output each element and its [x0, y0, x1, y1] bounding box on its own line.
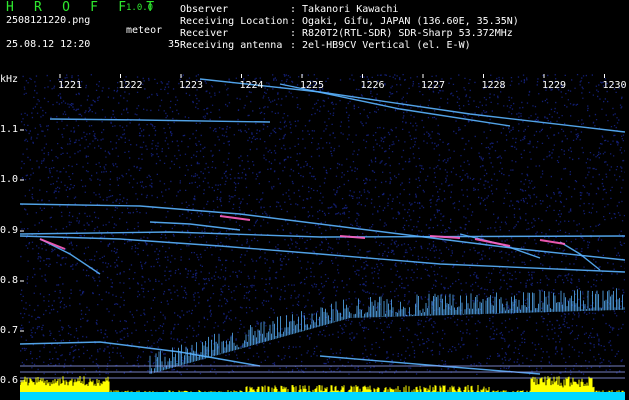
y-unit-label: kHz [0, 74, 19, 85]
receiver-key: Receiver [180, 28, 229, 39]
y-tick-label: 1.0 [0, 174, 19, 185]
x-tick-label: 1226 [360, 80, 385, 91]
observer-value: : Takanori Kawachi [290, 4, 399, 15]
app-version: 1.0.0 [126, 3, 154, 13]
meteor-label: meteor [126, 25, 163, 36]
meteor-trace [149, 221, 241, 231]
x-tick-label: 1227 [421, 80, 446, 91]
x-tick-label: 1225 [300, 80, 325, 91]
spectrogram-canvas [20, 74, 625, 400]
meteor-trace [49, 118, 271, 123]
antenna-value: : 2el-HB9CV Vertical (el. E-W) [290, 40, 471, 51]
meteor-echo [39, 238, 66, 250]
meteor-trace [20, 231, 625, 238]
x-tick-label: 1229 [542, 80, 567, 91]
x-tick-label: 1228 [481, 80, 506, 91]
x-tick-label: 1223 [179, 80, 204, 91]
y-tick-label: 0.6 [0, 375, 19, 386]
signal-baseline [20, 392, 625, 400]
observer-key: Observer [180, 4, 229, 15]
file-datetime: 25.08.12 12:20 [6, 39, 91, 50]
y-tick-label: 0.8 [0, 275, 19, 286]
x-tick-label: 1221 [58, 80, 83, 91]
header-panel: H R O F F T 1.0.0 2508121220.png 25.08.1… [0, 0, 629, 74]
spectrogram [20, 74, 625, 400]
antenna-key: Receiving antenna [180, 40, 283, 51]
y-tick-label: 0.7 [0, 325, 19, 336]
file-name: 2508121220.png [6, 15, 91, 26]
meteor-trace [20, 203, 625, 261]
x-tick-label: 1222 [118, 80, 143, 91]
x-tick-label: 1224 [239, 80, 264, 91]
location-key: Receiving Location [180, 16, 289, 27]
y-tick-label: 1.1 [0, 124, 19, 135]
meteor-count: 35 [167, 39, 180, 50]
y-tick-label: 0.9 [0, 225, 19, 236]
x-tick-label: 1230 [602, 80, 627, 91]
location-value: : Ogaki, Gifu, JAPAN (136.60E, 35.35N) [290, 16, 519, 27]
receiver-value: : R820T2(RTL-SDR) SDR-Sharp 53.372MHz [290, 28, 513, 39]
meteor-trace [20, 341, 261, 367]
meteor-echo [219, 215, 251, 221]
